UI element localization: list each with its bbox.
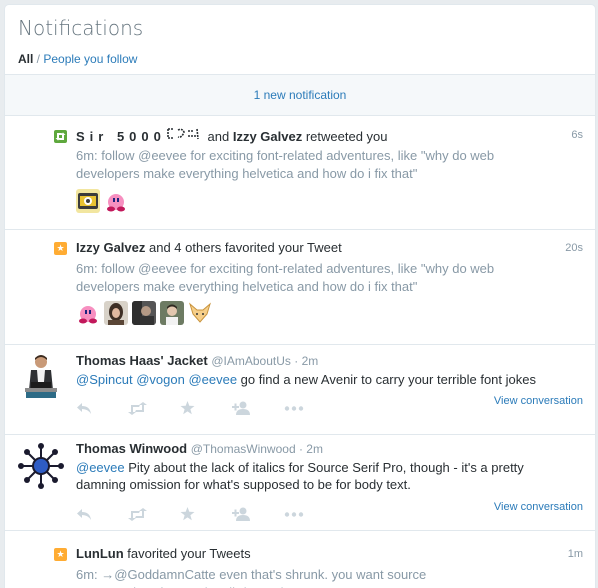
notification-favorite[interactable]: ★ Izzy Galvez and 4 others favorited you… [5,230,595,345]
timestamp[interactable]: 1m [568,547,583,561]
action-text: and 4 others favorited your Tweet [149,240,342,255]
star-badge-icon: ★ [54,242,67,255]
notification-line: Sir 5000 and Izzy Galvez retweeted you [76,127,388,145]
dot-separator: · [295,442,307,456]
tweet-text: @eevee Pity about the lack of italics fo… [76,459,546,493]
avatar[interactable] [17,352,65,400]
action-text: retweeted you [305,129,388,144]
action-text: favorited your Tweets [127,546,251,561]
actor-name[interactable]: Sir 5000 [76,129,166,144]
favorite-icon[interactable] [180,506,232,522]
timestamp[interactable]: 20s [565,241,583,255]
mention-link[interactable]: @vogon [136,372,185,387]
notification-line: LunLun favorited your Tweets [76,546,251,562]
mention-tweet[interactable]: Thomas Haas' Jacket @IAmAboutUs · 2m @Sp… [5,345,595,435]
follow-icon[interactable] [232,400,284,416]
notification-favorite[interactable]: ★ LunLun favorited your Tweets 1m 6m: →@… [5,531,595,588]
avatar[interactable] [76,301,100,325]
view-conversation-link[interactable]: View conversation [494,500,583,514]
view-conversation-link[interactable]: View conversation [494,394,583,408]
avatar[interactable] [104,189,128,213]
retweet-icon[interactable] [128,506,180,522]
more-icon[interactable] [284,506,336,522]
filter-all[interactable]: All [18,52,33,66]
author-fullname[interactable]: Thomas Haas' Jacket [76,353,208,368]
tweet-snippet[interactable]: 6m: follow @eevee for exciting font-rela… [76,147,496,183]
tweet-header: Thomas Haas' Jacket @IAmAboutUs · 2m [76,353,318,369]
mention-link[interactable]: @eevee [76,460,125,475]
tweet-time[interactable]: 2m [306,442,323,456]
retweet-badge-icon [54,130,67,143]
tweet-actions [76,506,336,522]
mention-tweet[interactable]: Thomas Winwood @ThomasWinwood · 2m @eeve… [5,435,595,531]
filter-separator: / [33,52,44,66]
tweet-text: @Spincut @vogon @eevee go find a new Ave… [76,371,546,388]
avatar[interactable] [76,189,100,213]
tweet-header: Thomas Winwood @ThomasWinwood · 2m [76,441,323,457]
tweet-snippet[interactable]: 6m: →@GoddamnCatte even that's shrunk. y… [76,566,436,588]
star-badge-icon: ★ [54,548,67,561]
favorite-icon[interactable] [180,400,232,416]
actor-avatars [76,301,212,325]
actor-glyph-icon [166,127,204,145]
joiner-text: and [207,129,230,144]
follow-icon[interactable] [232,506,284,522]
notifications-panel: Notifications All / People you follow 1 … [4,4,596,588]
notification-line: Izzy Galvez and 4 others favorited your … [76,240,342,256]
actor-name[interactable]: LunLun [76,546,124,561]
avatar[interactable] [132,301,156,325]
actor-avatars [76,189,128,213]
retweet-icon[interactable] [128,400,180,416]
tweet-time[interactable]: 2m [302,354,319,368]
tweet-body: go find a new Avenir to carry your terri… [237,372,536,387]
tweet-snippet[interactable]: 6m: follow @eevee for exciting font-rela… [76,260,496,296]
tweet-actions [76,400,336,416]
author-screenname[interactable]: @IAmAboutUs [211,354,291,368]
tweet-body: Pity about the lack of italics for Sourc… [76,460,524,492]
dot-separator: · [290,354,302,368]
author-screenname[interactable]: @ThomasWinwood [191,442,296,456]
avatar[interactable] [160,301,184,325]
header: Notifications All / People you follow [18,13,143,66]
filter-people-you-follow[interactable]: People you follow [43,52,137,66]
avatar[interactable] [104,301,128,325]
page-title: Notifications [18,16,144,40]
new-notification-bar[interactable]: 1 new notification [5,74,595,116]
timestamp[interactable]: 6s [571,128,583,142]
filter-tabs: All / People you follow [18,52,143,66]
mention-link[interactable]: @Spincut [76,372,133,387]
reply-icon[interactable] [76,400,128,416]
mention-link[interactable]: @eevee [188,372,237,387]
notification-retweet[interactable]: Sir 5000 and Izzy Galvez retweeted you 6… [5,115,595,230]
more-icon[interactable] [284,400,336,416]
avatar[interactable] [188,301,212,325]
reply-icon[interactable] [76,506,128,522]
actor-name[interactable]: Izzy Galvez [233,129,302,144]
author-fullname[interactable]: Thomas Winwood [76,441,187,456]
actor-name[interactable]: Izzy Galvez [76,240,145,255]
avatar[interactable] [17,442,65,490]
